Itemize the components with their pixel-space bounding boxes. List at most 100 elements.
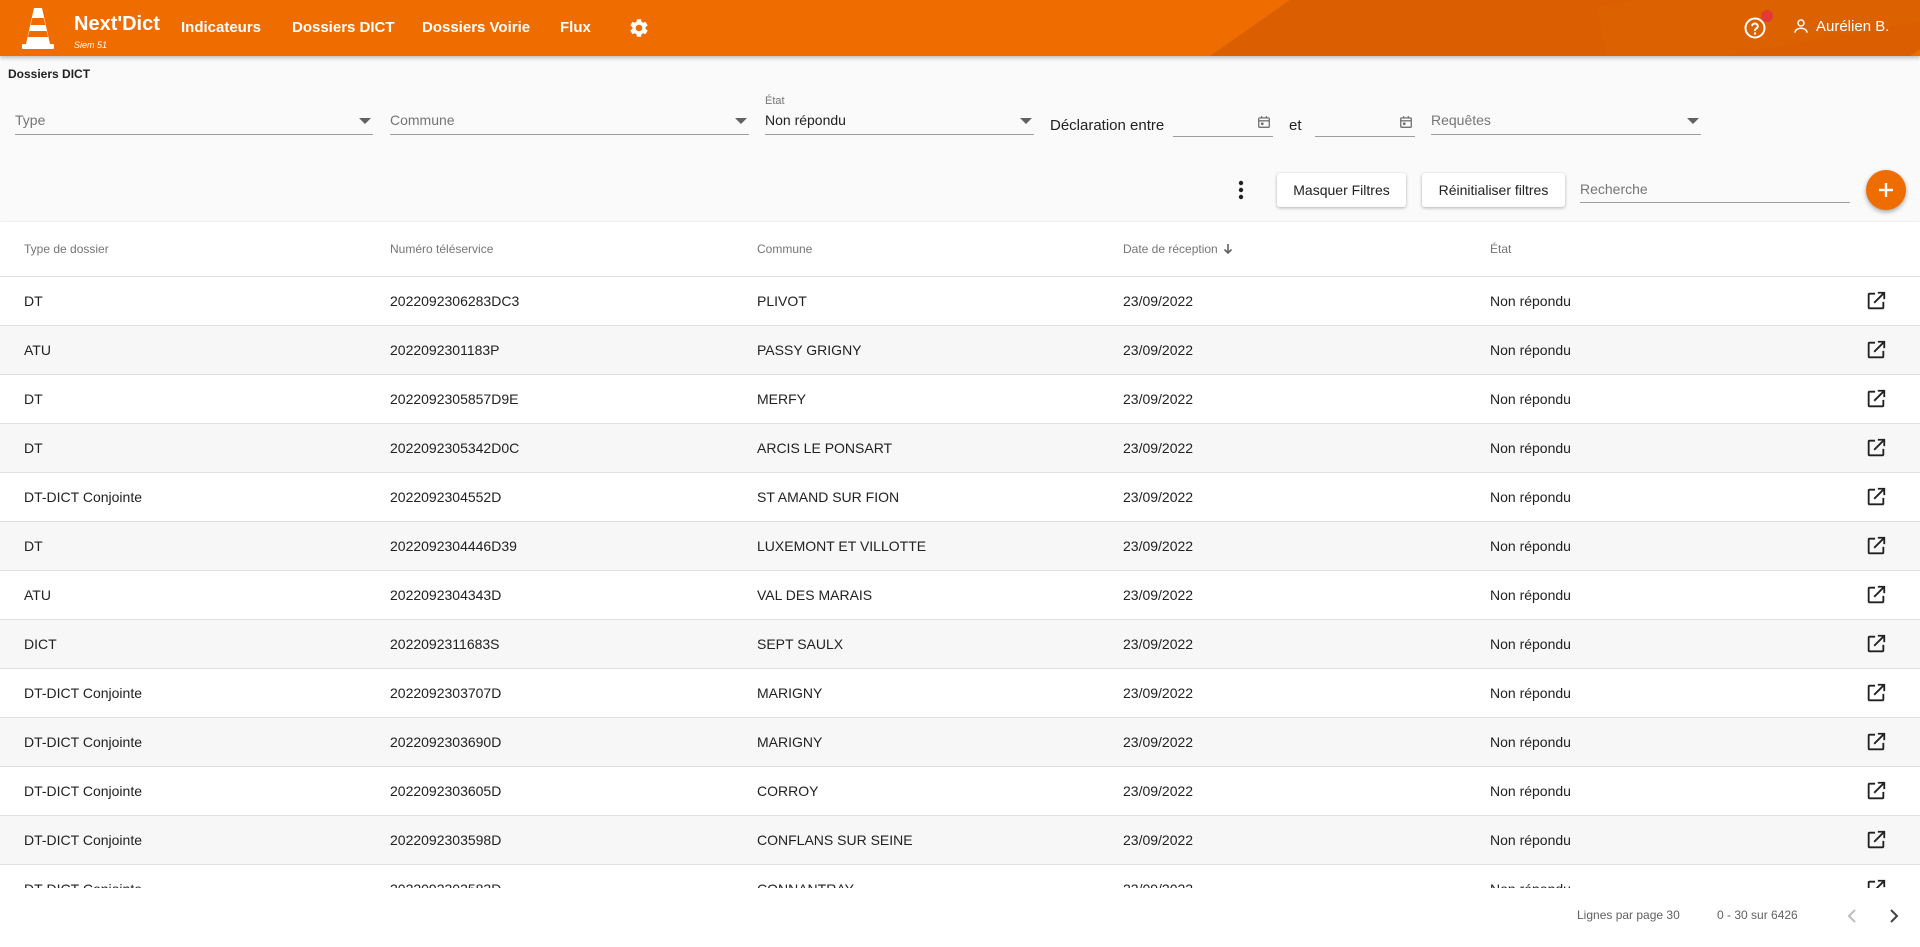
type-select[interactable]: Type xyxy=(15,105,373,135)
table-row[interactable]: ATU 2022092304343D VAL DES MARAIS 23/09/202… xyxy=(0,571,1920,620)
arrow-down-icon xyxy=(1223,244,1232,255)
traffic-cone-icon[interactable] xyxy=(20,4,56,52)
cell-date: 23/09/2022 xyxy=(1123,734,1194,750)
cell-numero: 2022092303605D xyxy=(390,783,502,799)
gear-icon[interactable] xyxy=(628,17,650,39)
cell-type: ATU xyxy=(24,342,51,358)
top-bar: Next'Dict Siem 51 Indicateurs Dossiers D… xyxy=(0,0,1920,56)
cell-etat: Non répondu xyxy=(1490,587,1571,603)
date-from-field[interactable] xyxy=(1173,107,1273,137)
hide-filters-button[interactable]: Masquer Filtres xyxy=(1277,173,1406,207)
cell-commune: VAL DES MARAIS xyxy=(757,587,873,603)
open-in-new-icon[interactable] xyxy=(1865,682,1887,704)
cell-etat: Non répondu xyxy=(1490,293,1571,309)
etat-select[interactable]: État Non répondu xyxy=(765,95,1034,135)
cell-etat: Non répondu xyxy=(1490,538,1571,554)
table-row[interactable]: DT 2022092305342D0C ARCIS LE PONSART 23/09/… xyxy=(0,424,1920,473)
table-row[interactable]: DT 2022092306283DC3 PLIVOT 23/09/2022 Non ré… xyxy=(0,277,1920,326)
open-in-new-icon[interactable] xyxy=(1865,290,1887,312)
and-label: et xyxy=(1289,117,1302,134)
table-row[interactable]: ATU 2022092301183P PASSY GRIGNY 23/09/2022 N… xyxy=(0,326,1920,375)
column-type[interactable]: Type de dossier xyxy=(24,242,109,256)
table-header: Type de dossier Numéro téléservice Commu… xyxy=(0,222,1920,277)
dossiers-table: Type de dossier Numéro téléservice Commu… xyxy=(0,222,1920,888)
open-in-new-icon[interactable] xyxy=(1865,780,1887,802)
open-in-new-icon[interactable] xyxy=(1865,486,1887,508)
column-date[interactable]: Date de réception xyxy=(1123,242,1234,256)
chevron-left-icon[interactable] xyxy=(1840,904,1864,928)
table-row[interactable]: DT-DICT Conjointe 2022092303583D CONNANTRA… xyxy=(0,865,1920,888)
person-icon xyxy=(1794,19,1808,33)
cell-commune: ST AMAND SUR FION xyxy=(757,489,900,505)
brand-name[interactable]: Next'Dict xyxy=(74,14,160,34)
open-in-new-icon[interactable] xyxy=(1865,339,1887,361)
cell-commune: MARIGNY xyxy=(757,734,823,750)
search-input[interactable] xyxy=(1580,175,1850,203)
cell-date: 23/09/2022 xyxy=(1123,587,1194,603)
cell-etat: Non répondu xyxy=(1490,636,1571,652)
nav-indicateurs[interactable]: Indicateurs xyxy=(181,19,261,36)
column-commune[interactable]: Commune xyxy=(757,242,812,256)
open-in-new-icon[interactable] xyxy=(1865,535,1887,557)
calendar-icon[interactable] xyxy=(1399,115,1413,129)
table-row[interactable]: DT-DICT Conjointe 2022092303605D CORROY 23/… xyxy=(0,767,1920,816)
cell-date: 23/09/2022 xyxy=(1123,685,1194,701)
table-row[interactable]: DT-DICT Conjointe 2022092303690D MARIGNY 23… xyxy=(0,718,1920,767)
type-placeholder: Type xyxy=(15,112,46,128)
cell-numero: 2022092304446D39 xyxy=(390,538,517,554)
chevron-down-icon xyxy=(735,118,747,124)
cell-etat: Non répondu xyxy=(1490,881,1571,888)
chevron-right-icon[interactable] xyxy=(1882,904,1906,928)
cell-date: 23/09/2022 xyxy=(1123,489,1194,505)
cell-type: ATU xyxy=(24,587,51,603)
date-to-field[interactable] xyxy=(1315,107,1415,137)
cell-numero: 2022092305857D9E xyxy=(390,391,519,407)
add-button[interactable] xyxy=(1866,170,1906,210)
cell-numero: 2022092303707D xyxy=(390,685,502,701)
cell-type: DT-DICT Conjointe xyxy=(24,489,143,505)
table-row[interactable]: DT 2022092304446D39 LUXEMONT ET VILLOTTE 23… xyxy=(0,522,1920,571)
cell-numero: 2022092303583D xyxy=(390,881,501,888)
cell-date: 23/09/2022 xyxy=(1123,538,1194,554)
cell-type: DT-DICT Conjointe xyxy=(24,734,143,750)
cell-etat: Non répondu xyxy=(1490,685,1571,701)
user-menu[interactable]: Aurélien B. xyxy=(1792,17,1889,35)
more-vert-icon[interactable] xyxy=(1232,178,1250,202)
column-etat[interactable]: État xyxy=(1490,242,1511,256)
cell-commune: PLIVOT xyxy=(757,293,807,309)
cell-etat: Non répondu xyxy=(1490,342,1571,358)
calendar-icon[interactable] xyxy=(1257,115,1271,129)
table-row[interactable]: DT 2022092305857D9E MERFY 23/09/2022 Non rép… xyxy=(0,375,1920,424)
cell-date: 23/09/2022 xyxy=(1123,440,1194,456)
page-title: Dossiers DICT xyxy=(8,67,91,81)
notification-dot xyxy=(1761,10,1773,22)
cell-numero: 2022092304552D xyxy=(390,489,502,505)
nav-flux[interactable]: Flux xyxy=(560,19,591,36)
chevron-down-icon xyxy=(359,118,371,124)
open-in-new-icon[interactable] xyxy=(1865,437,1887,459)
table-row[interactable]: DT-DICT Conjointe 2022092304552D ST AMAND … xyxy=(0,473,1920,522)
table-row[interactable]: DT-DICT Conjointe 2022092303598D CONFLANS … xyxy=(0,816,1920,865)
open-in-new-icon[interactable] xyxy=(1865,633,1887,655)
requetes-select[interactable]: Requêtes xyxy=(1431,105,1701,135)
reset-filters-button[interactable]: Réinitialiser filtres xyxy=(1422,173,1565,207)
open-in-new-icon[interactable] xyxy=(1865,388,1887,410)
nav-dossiers-dict[interactable]: Dossiers DICT xyxy=(292,19,395,36)
open-in-new-icon[interactable] xyxy=(1865,731,1887,753)
cell-commune: CORROY xyxy=(757,783,819,799)
open-in-new-icon[interactable] xyxy=(1865,829,1887,851)
open-in-new-icon[interactable] xyxy=(1865,878,1887,888)
rows-per-page-value: 30 xyxy=(1666,908,1680,922)
cell-etat: Non répondu xyxy=(1490,440,1571,456)
open-in-new-icon[interactable] xyxy=(1865,584,1887,606)
cell-commune: ARCIS LE PONSART xyxy=(757,440,893,456)
cell-commune: MERFY xyxy=(757,391,806,407)
table-row[interactable]: DT-DICT Conjointe 2022092303707D MARIGNY 23… xyxy=(0,669,1920,718)
table-row[interactable]: DICT 2022092311683S SEPT SAULX 23/09/2022 No… xyxy=(0,620,1920,669)
cell-etat: Non répondu xyxy=(1490,832,1571,848)
nav-dossiers-voirie[interactable]: Dossiers Voirie xyxy=(422,19,530,36)
column-numero[interactable]: Numéro téléservice xyxy=(390,242,493,256)
etat-label: État xyxy=(765,95,785,107)
rows-per-page[interactable]: Lignes par page 30 xyxy=(1577,908,1680,922)
commune-select[interactable]: Commune xyxy=(390,105,749,135)
